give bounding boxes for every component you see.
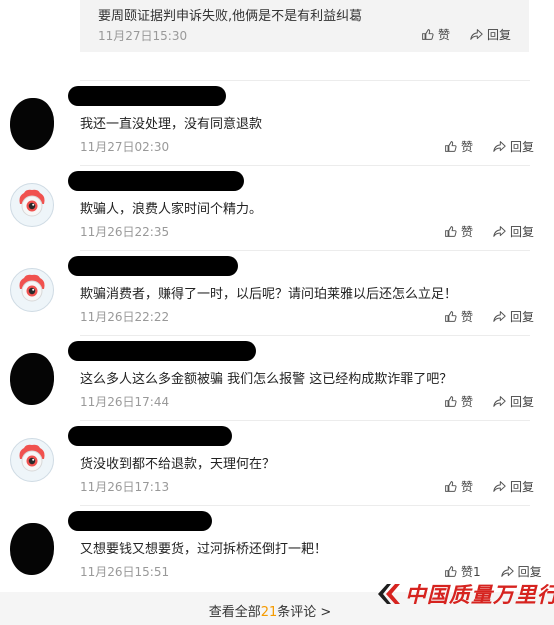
avatar-redacted[interactable]	[10, 523, 54, 575]
comment-actions: 赞 回复	[444, 308, 534, 325]
comment-item: 欺骗消费者，赚得了一时，以后呢？请问珀莱雅以后还怎么立足！ 11月26日22:22…	[0, 250, 554, 335]
like-label: 赞	[461, 225, 474, 239]
divider	[80, 80, 530, 81]
divider	[80, 165, 530, 166]
avatar-container	[10, 98, 56, 150]
comment-text: 又想要钱又想要货，过河拆桥还倒打一耙！	[80, 542, 328, 557]
like-button[interactable]: 赞	[444, 478, 473, 495]
thumbs-up-icon	[445, 141, 457, 152]
watermark-text: 中国质量万里行	[405, 582, 554, 607]
comment-actions: 赞 回复	[444, 478, 534, 495]
thumbs-up-icon	[445, 481, 457, 492]
reply-arrow-icon	[470, 29, 483, 40]
default-avatar-icon	[19, 444, 45, 472]
reply-arrow-icon	[493, 226, 506, 237]
quoted-reply-time: 11月27日15:30	[98, 29, 188, 43]
reply-arrow-icon	[493, 396, 506, 407]
comment-text: 这么多人这么多金额被骗 我们怎么报警 这已经构成欺诈罪了吧？	[80, 372, 453, 387]
divider	[80, 250, 530, 251]
watermark-logo: 中国质量万里行	[376, 578, 554, 610]
thumbs-up-icon	[445, 566, 457, 577]
username-redacted[interactable]	[68, 341, 256, 361]
comment-time: 11月26日17:44	[80, 395, 170, 409]
reply-button[interactable]: 回复	[493, 138, 534, 155]
comment-text: 我还一直没处理，没有同意退款	[80, 117, 263, 132]
comment-text: 货没收到都不给退款，天理何在？	[80, 457, 276, 472]
avatar-container	[10, 523, 56, 575]
comment-actions: 赞 回复	[444, 138, 534, 155]
reply-label: 回复	[486, 28, 511, 42]
reply-label: 回复	[510, 310, 535, 324]
reply-arrow-icon	[493, 311, 506, 322]
thumbs-up-icon	[422, 29, 434, 40]
comment-item: 这么多人这么多金额被骗 我们怎么报警 这已经构成欺诈罪了吧？ 11月26日17:4…	[0, 335, 554, 420]
default-avatar-icon	[19, 274, 45, 302]
username-redacted[interactable]	[68, 426, 232, 446]
reply-label: 回复	[510, 395, 535, 409]
comment-item: 货没收到都不给退款，天理何在？ 11月26日17:13 赞 回复	[0, 420, 554, 505]
avatar[interactable]	[10, 183, 54, 227]
like-button[interactable]: 赞	[421, 26, 450, 43]
view-all-suffix: 条评论 >	[277, 605, 332, 620]
comment-time: 11月26日15:51	[80, 565, 170, 579]
divider	[80, 420, 530, 421]
like-button[interactable]: 赞	[444, 393, 473, 410]
avatar[interactable]	[10, 438, 54, 482]
like-label: 赞	[461, 140, 474, 154]
avatar-container	[10, 183, 56, 229]
comment-actions: 赞 回复	[444, 223, 534, 240]
view-all-count: 21	[260, 605, 278, 620]
like-label: 赞	[437, 28, 450, 42]
username-redacted[interactable]	[68, 256, 238, 276]
reply-button[interactable]: 回复	[470, 26, 511, 43]
reply-label: 回复	[510, 140, 535, 154]
comment-text: 欺骗人，浪费人家时间个精力。	[80, 202, 263, 217]
avatar-container	[10, 438, 56, 484]
like-button[interactable]: 赞	[444, 138, 473, 155]
comment-time: 11月26日22:22	[80, 310, 170, 324]
username-redacted[interactable]	[68, 511, 212, 531]
quoted-reply-actions: 赞 回复	[421, 26, 511, 43]
reply-button[interactable]: 回复	[493, 308, 534, 325]
quoted-reply: 要周颐证据判申诉失败,他俩是不是有利益纠葛 11月27日15:30 赞 回复	[80, 0, 529, 52]
divider	[80, 505, 530, 506]
reply-arrow-icon	[500, 566, 514, 577]
reply-arrow-icon	[493, 481, 506, 492]
like-label: 赞	[461, 310, 474, 324]
reply-label: 回复	[510, 480, 535, 494]
like-button[interactable]: 赞	[444, 308, 473, 325]
view-all-prefix: 查看全部	[208, 605, 261, 620]
quoted-reply-text: 要周颐证据判申诉失败,他俩是不是有利益纠葛	[98, 9, 363, 24]
logo-mark-icon	[378, 584, 400, 604]
comment-text: 欺骗消费者，赚得了一时，以后呢？请问珀莱雅以后还怎么立足！	[80, 287, 458, 302]
like-label: 赞	[461, 480, 474, 494]
reply-label: 回复	[510, 225, 535, 239]
reply-button[interactable]: 回复	[493, 393, 534, 410]
avatar-container	[10, 268, 56, 314]
avatar-container	[10, 353, 56, 405]
reply-button[interactable]: 回复	[493, 223, 534, 240]
comment-item: 我还一直没处理，没有同意退款 11月27日02:30 赞 回复	[0, 80, 554, 165]
username-redacted[interactable]	[68, 171, 244, 191]
reply-arrow-icon	[493, 141, 506, 152]
comment-time: 11月27日02:30	[80, 140, 170, 154]
default-avatar-icon	[19, 189, 45, 217]
like-label: 赞	[461, 395, 474, 409]
username-redacted[interactable]	[68, 86, 226, 106]
divider	[80, 335, 530, 336]
comment-time: 11月26日22:35	[80, 225, 170, 239]
thumbs-up-icon	[445, 396, 457, 407]
avatar-redacted[interactable]	[10, 98, 54, 150]
comment-actions: 赞 回复	[444, 393, 534, 410]
thumbs-up-icon	[445, 226, 457, 237]
reply-button[interactable]: 回复	[493, 478, 534, 495]
avatar-redacted[interactable]	[10, 353, 54, 405]
like-button[interactable]: 赞	[444, 223, 473, 240]
comment-item: 欺骗人，浪费人家时间个精力。 11月26日22:35 赞 回复	[0, 165, 554, 250]
comment-time: 11月26日17:13	[80, 480, 170, 494]
thumbs-up-icon	[445, 311, 457, 322]
avatar[interactable]	[10, 268, 54, 312]
